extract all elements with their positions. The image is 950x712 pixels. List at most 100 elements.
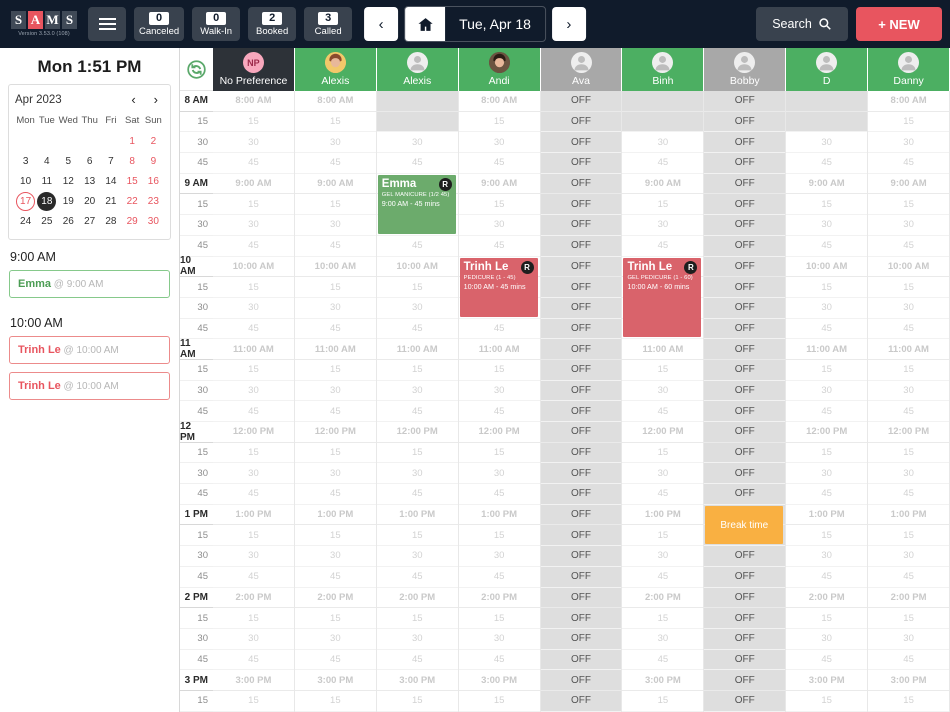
time-slot[interactable]: 45 bbox=[622, 484, 704, 505]
time-slot[interactable]: 15 bbox=[868, 525, 950, 547]
time-slot[interactable]: 1:00 PM bbox=[213, 504, 294, 526]
time-slot[interactable]: 45 bbox=[458, 318, 540, 340]
time-slot[interactable]: 45 bbox=[868, 235, 950, 257]
slot-off[interactable]: OFF bbox=[704, 173, 786, 195]
time-slot[interactable]: 45 bbox=[376, 318, 458, 340]
time-slot[interactable]: 15 bbox=[294, 194, 376, 216]
time-slot[interactable]: 45 bbox=[868, 318, 950, 340]
refresh-icon[interactable] bbox=[180, 48, 213, 91]
calendar-day-19[interactable]: 19 bbox=[57, 191, 79, 211]
calendar-next-month-button[interactable]: › bbox=[154, 92, 158, 107]
time-slot[interactable]: 45 bbox=[376, 566, 458, 588]
time-slot[interactable]: 15 bbox=[294, 359, 376, 381]
time-slot[interactable]: 15 bbox=[294, 690, 376, 712]
slot-off[interactable]: OFF bbox=[704, 690, 786, 712]
slot-off[interactable]: OFF bbox=[540, 608, 622, 629]
slot-off[interactable]: OFF bbox=[540, 277, 622, 298]
time-slot[interactable]: 15 bbox=[458, 442, 540, 464]
calendar-day-30[interactable]: 30 bbox=[143, 211, 164, 231]
appointment-card[interactable]: Trinh Le R GEL PEDICURE (1 - 60) 10:00 AM -… bbox=[623, 257, 702, 338]
time-slot[interactable]: 9:00 AM bbox=[458, 173, 540, 195]
time-slot[interactable]: 45 bbox=[213, 235, 294, 257]
time-slot[interactable]: 2:00 PM bbox=[868, 587, 950, 609]
slot-off[interactable]: OFF bbox=[704, 546, 786, 567]
time-slot[interactable]: 30 bbox=[622, 215, 704, 236]
slot-off[interactable]: OFF bbox=[540, 153, 622, 174]
calendar-day-21[interactable]: 21 bbox=[100, 191, 121, 211]
time-slot[interactable]: 45 bbox=[622, 401, 704, 422]
time-slot[interactable]: 15 bbox=[376, 608, 458, 629]
time-slot[interactable]: 45 bbox=[622, 153, 704, 174]
time-slot[interactable]: 45 bbox=[458, 484, 540, 505]
calendar-day-9[interactable]: 9 bbox=[143, 151, 164, 171]
slot-off[interactable]: OFF bbox=[704, 153, 786, 174]
time-slot[interactable]: 45 bbox=[786, 566, 868, 588]
time-slot[interactable]: 30 bbox=[622, 380, 704, 402]
slot-off[interactable]: OFF bbox=[704, 297, 786, 319]
calendar-day-8[interactable]: 8 bbox=[122, 151, 143, 171]
time-slot[interactable]: 30 bbox=[376, 132, 458, 154]
time-slot[interactable]: 30 bbox=[294, 628, 376, 650]
time-slot[interactable]: 3:00 PM bbox=[868, 670, 950, 691]
time-slot[interactable]: 30 bbox=[786, 463, 868, 485]
time-slot[interactable]: 45 bbox=[213, 649, 294, 671]
time-slot[interactable]: 15 bbox=[376, 277, 458, 298]
slot-off[interactable]: OFF bbox=[540, 111, 622, 133]
slot-off[interactable]: OFF bbox=[704, 256, 786, 278]
time-slot[interactable]: 10:00 AM bbox=[213, 256, 294, 278]
time-slot[interactable]: 12:00 PM bbox=[868, 422, 950, 443]
slot-off[interactable]: OFF bbox=[540, 215, 622, 236]
slot-off[interactable]: OFF bbox=[704, 401, 786, 422]
calendar-day-15[interactable]: 15 bbox=[122, 171, 143, 191]
time-slot[interactable]: 45 bbox=[376, 649, 458, 671]
time-slot[interactable]: 30 bbox=[213, 546, 294, 567]
slot-off[interactable]: OFF bbox=[540, 628, 622, 650]
time-slot[interactable]: 10:00 AM bbox=[868, 256, 950, 278]
appointment-card[interactable]: Break time bbox=[705, 506, 784, 545]
time-slot[interactable]: 15 bbox=[786, 608, 868, 629]
staff-header-alexis-2[interactable]: Alexis bbox=[376, 48, 459, 91]
time-slot[interactable]: 15 bbox=[376, 442, 458, 464]
time-slot[interactable]: 15 bbox=[213, 442, 294, 464]
slot-off[interactable]: OFF bbox=[540, 91, 622, 112]
time-slot[interactable]: 15 bbox=[294, 525, 376, 547]
time-slot[interactable]: 1:00 PM bbox=[376, 504, 458, 526]
slot-off[interactable]: OFF bbox=[540, 173, 622, 195]
time-slot[interactable]: 10:00 AM bbox=[786, 256, 868, 278]
time-slot[interactable]: 15 bbox=[622, 442, 704, 464]
slot-off[interactable]: OFF bbox=[704, 91, 786, 112]
time-slot[interactable]: 45 bbox=[376, 484, 458, 505]
slot-off[interactable]: OFF bbox=[704, 235, 786, 257]
time-slot[interactable]: 1:00 PM bbox=[458, 504, 540, 526]
time-slot[interactable]: 15 bbox=[868, 608, 950, 629]
time-slot[interactable]: 2:00 PM bbox=[458, 587, 540, 609]
time-slot[interactable]: 45 bbox=[868, 484, 950, 505]
time-slot[interactable]: 8:00 AM bbox=[213, 91, 294, 112]
time-slot[interactable]: 30 bbox=[213, 132, 294, 154]
time-slot[interactable]: 45 bbox=[458, 235, 540, 257]
time-slot[interactable]: 8:00 AM bbox=[458, 91, 540, 112]
time-slot[interactable]: 2:00 PM bbox=[213, 587, 294, 609]
slot-off[interactable]: OFF bbox=[540, 132, 622, 154]
slot-off[interactable]: OFF bbox=[704, 132, 786, 154]
staff-header-binh-5[interactable]: Binh bbox=[622, 48, 705, 91]
time-slot[interactable]: 15 bbox=[622, 608, 704, 629]
time-slot[interactable]: 45 bbox=[458, 566, 540, 588]
time-slot[interactable]: 45 bbox=[458, 401, 540, 422]
time-slot[interactable]: 1:00 PM bbox=[786, 504, 868, 526]
time-slot[interactable]: 15 bbox=[376, 525, 458, 547]
slot-off[interactable]: OFF bbox=[704, 442, 786, 464]
time-slot[interactable]: 30 bbox=[786, 215, 868, 236]
slot-off[interactable]: OFF bbox=[540, 318, 622, 340]
time-slot[interactable]: 15 bbox=[786, 111, 868, 133]
time-slot[interactable]: 45 bbox=[294, 153, 376, 174]
time-slot[interactable]: 45 bbox=[786, 153, 868, 174]
time-slot[interactable]: 30 bbox=[376, 297, 458, 319]
calendar-prev-month-button[interactable]: ‹ bbox=[131, 92, 135, 107]
time-slot[interactable]: 1:00 PM bbox=[868, 504, 950, 526]
time-slot[interactable]: 8:00 AM bbox=[868, 91, 950, 112]
time-slot[interactable]: 30 bbox=[294, 215, 376, 236]
time-slot[interactable]: 45 bbox=[622, 235, 704, 257]
time-slot[interactable]: 45 bbox=[213, 484, 294, 505]
calendar-day-18[interactable]: 18 bbox=[36, 191, 57, 211]
